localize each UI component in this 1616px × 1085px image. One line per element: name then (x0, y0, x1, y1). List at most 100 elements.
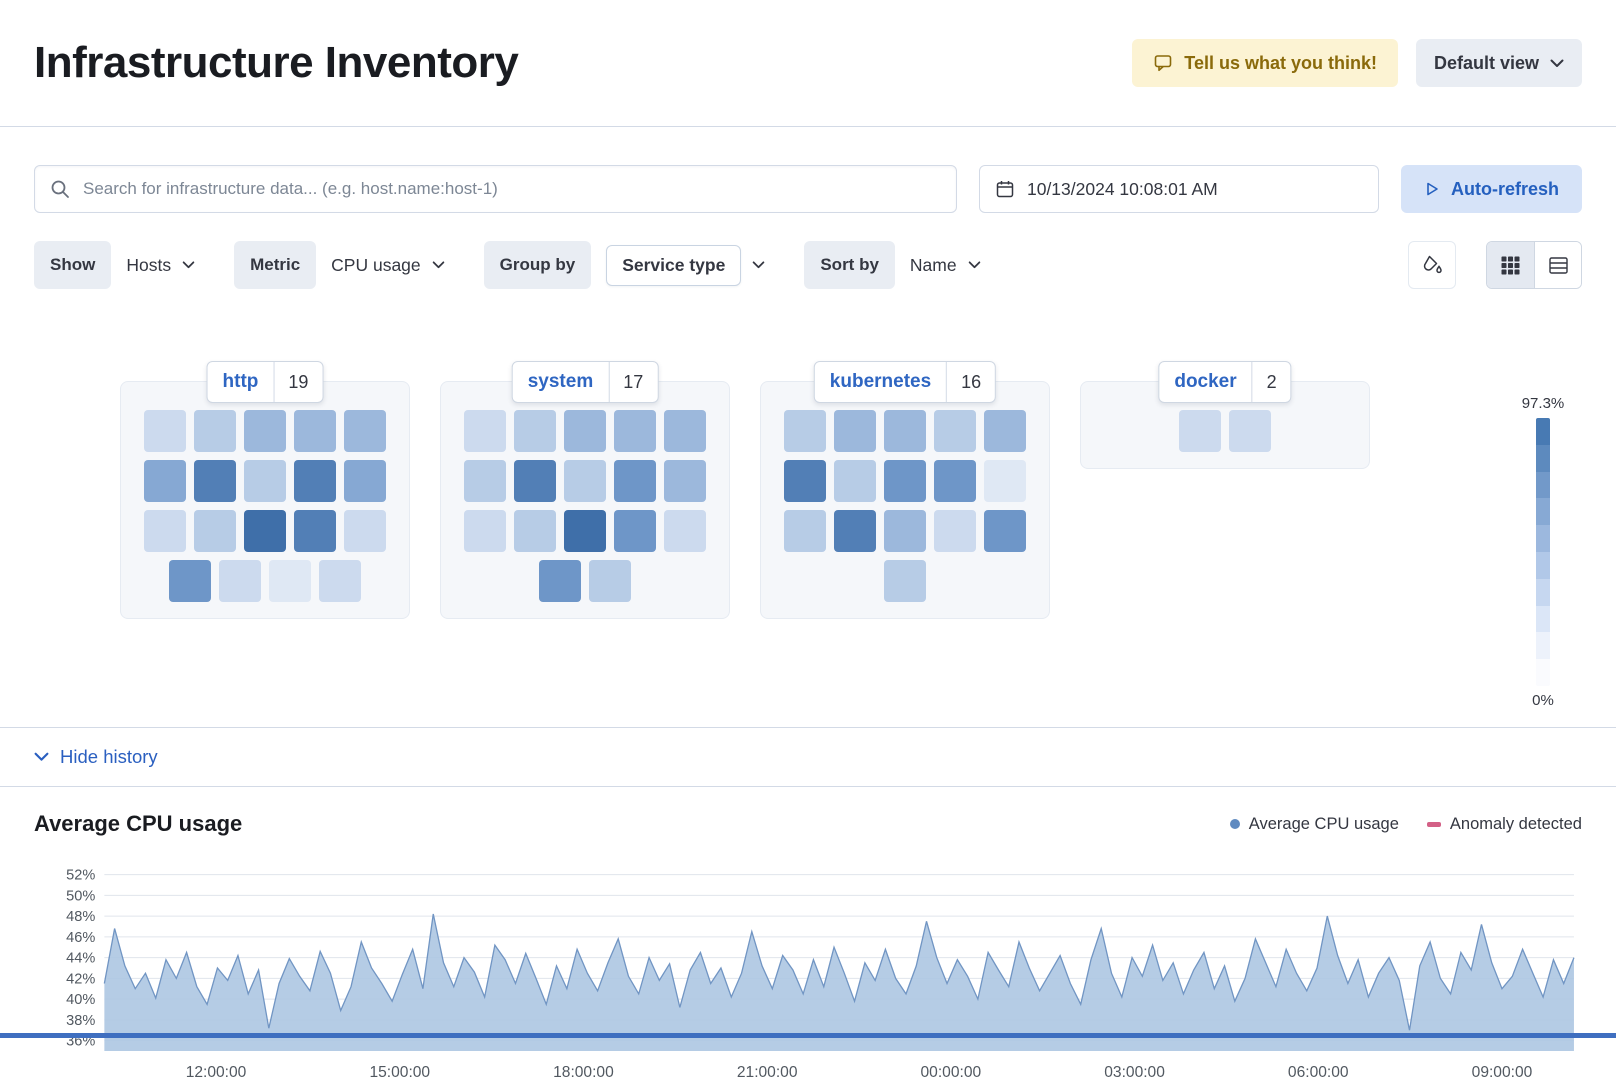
chart-legend-label: Average CPU usage (1249, 815, 1399, 834)
host-node[interactable] (614, 510, 656, 552)
chart-legend-item[interactable]: Anomaly detected (1427, 815, 1582, 834)
host-node[interactable] (834, 510, 876, 552)
y-axis-tick: 48% (66, 909, 95, 925)
cpu-history-chart[interactable]: 52%50%48%46%44%42%40%38%36%12:00:0015:00… (34, 845, 1582, 1085)
host-node[interactable] (344, 460, 386, 502)
view-selector-label: Default view (1434, 53, 1539, 74)
host-node[interactable] (884, 410, 926, 452)
group-count: 16 (947, 372, 995, 393)
host-node[interactable] (784, 410, 826, 452)
grid-view-button[interactable] (1487, 242, 1534, 288)
host-node[interactable] (539, 560, 581, 602)
host-node[interactable] (514, 410, 556, 452)
series-dot-swatch (1230, 819, 1240, 829)
host-node[interactable] (344, 510, 386, 552)
group-label-chip[interactable]: system17 (512, 361, 659, 403)
host-node[interactable] (319, 560, 361, 602)
chevron-down-icon (182, 261, 195, 269)
host-node[interactable] (984, 410, 1026, 452)
waffle-groups: http19system17kubernetes16docker2 (0, 381, 1616, 619)
date-picker-button[interactable]: 10/13/2024 10:08:01 AM (979, 165, 1379, 213)
host-node[interactable] (884, 460, 926, 502)
host-node[interactable] (564, 410, 606, 452)
host-node[interactable] (934, 460, 976, 502)
hide-history-link[interactable]: Hide history (34, 746, 158, 768)
host-node[interactable] (194, 510, 236, 552)
host-node[interactable] (514, 510, 556, 552)
metric-filter: Metric CPU usage (234, 241, 460, 289)
group-by-filter: Group by Service type (484, 241, 781, 289)
host-node[interactable] (294, 410, 336, 452)
x-axis-tick: 15:00:00 (369, 1064, 430, 1081)
host-node[interactable] (784, 510, 826, 552)
auto-refresh-button[interactable]: Auto-refresh (1401, 165, 1582, 213)
host-node[interactable] (564, 510, 606, 552)
host-node[interactable] (514, 460, 556, 502)
host-node[interactable] (144, 410, 186, 452)
host-node[interactable] (1179, 410, 1221, 452)
host-node[interactable] (614, 410, 656, 452)
host-node[interactable] (984, 510, 1026, 552)
show-filter-select[interactable]: Hosts (111, 241, 210, 289)
host-node[interactable] (169, 560, 211, 602)
search-input[interactable] (83, 179, 941, 199)
host-node[interactable] (294, 510, 336, 552)
panel-resize-handle[interactable] (0, 1033, 1616, 1038)
group-label-chip[interactable]: http19 (207, 361, 324, 403)
table-view-button[interactable] (1534, 242, 1581, 288)
host-node[interactable] (144, 460, 186, 502)
host-node[interactable] (294, 460, 336, 502)
host-node[interactable] (244, 510, 286, 552)
chart-header: Average CPU usage Average CPU usageAnoma… (34, 811, 1582, 837)
host-node[interactable] (244, 410, 286, 452)
host-node[interactable] (589, 560, 631, 602)
host-node[interactable] (144, 510, 186, 552)
group-name[interactable]: kubernetes (815, 371, 946, 393)
host-node[interactable] (219, 560, 261, 602)
host-node[interactable] (664, 510, 706, 552)
host-node[interactable] (464, 410, 506, 452)
host-node[interactable] (244, 460, 286, 502)
host-node[interactable] (884, 510, 926, 552)
group-name[interactable]: http (208, 371, 274, 393)
host-node[interactable] (664, 410, 706, 452)
host-node[interactable] (464, 460, 506, 502)
host-node[interactable] (934, 410, 976, 452)
group-label-chip[interactable]: docker2 (1158, 361, 1291, 403)
host-node[interactable] (464, 510, 506, 552)
show-filter: Show Hosts (34, 241, 210, 289)
host-node[interactable] (884, 560, 926, 602)
host-node[interactable] (269, 560, 311, 602)
waffle-group: http19 (120, 381, 410, 619)
host-node[interactable] (194, 460, 236, 502)
host-node[interactable] (664, 460, 706, 502)
legend-step (1536, 472, 1550, 499)
chart-legend-item[interactable]: Average CPU usage (1230, 815, 1399, 834)
grid-view-icon (1501, 256, 1520, 275)
host-node[interactable] (194, 410, 236, 452)
host-node[interactable] (934, 510, 976, 552)
legend-step (1536, 418, 1550, 445)
host-node[interactable] (784, 460, 826, 502)
host-node[interactable] (344, 410, 386, 452)
group-name[interactable]: system (513, 371, 609, 393)
chevron-down-icon (34, 752, 49, 762)
group-by-filter-select[interactable]: Service type (591, 241, 780, 289)
host-node[interactable] (834, 460, 876, 502)
host-node[interactable] (834, 410, 876, 452)
host-node[interactable] (614, 460, 656, 502)
group-label-chip[interactable]: kubernetes16 (814, 361, 996, 403)
host-node[interactable] (984, 460, 1026, 502)
metric-filter-select[interactable]: CPU usage (316, 241, 460, 289)
view-selector-button[interactable]: Default view (1416, 39, 1582, 87)
host-node[interactable] (564, 460, 606, 502)
sort-by-filter-select[interactable]: Name (895, 241, 996, 289)
chevron-down-icon (752, 261, 765, 269)
legend-gradient-bar (1536, 418, 1550, 686)
node-row (784, 510, 1026, 552)
host-node[interactable] (1229, 410, 1271, 452)
group-name[interactable]: docker (1159, 371, 1251, 393)
sort-by-filter: Sort by Name (804, 241, 995, 289)
color-palette-button[interactable] (1408, 241, 1456, 289)
feedback-button[interactable]: Tell us what you think! (1132, 39, 1398, 87)
